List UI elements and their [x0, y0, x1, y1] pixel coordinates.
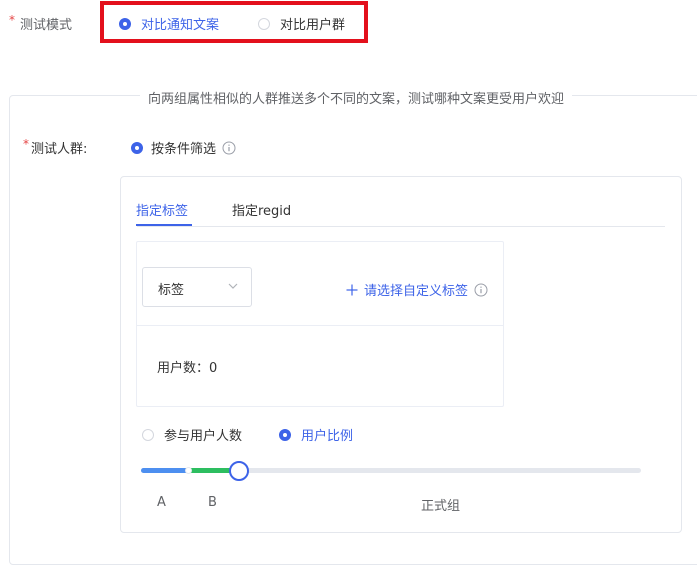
radio-compare-copy[interactable]: 对比通知文案	[119, 14, 219, 33]
radio-compare-copy-label: 对比通知文案	[141, 18, 220, 33]
tag-box-divider	[137, 325, 503, 326]
select-custom-tag-label: 请选择自定义标签	[364, 284, 469, 299]
plus-icon	[346, 284, 358, 295]
test-mode-label: 测试模式	[20, 18, 73, 33]
radio-participant-count-label: 参与用户人数	[164, 429, 243, 444]
radio-checked-icon	[131, 141, 143, 154]
tab-specify-regid[interactable]: 指定regid	[232, 200, 291, 219]
radio-unchecked-icon	[258, 17, 270, 30]
group-a-segment	[141, 468, 188, 473]
required-mark: *	[9, 13, 15, 27]
tag-select-value: 标签	[158, 283, 185, 298]
radio-checked-icon	[279, 428, 291, 441]
radio-filter-by-condition[interactable]: 按条件筛选	[131, 138, 236, 157]
radio-compare-audience[interactable]: 对比用户群	[258, 14, 345, 33]
radio-compare-audience-label: 对比用户群	[280, 18, 346, 33]
tag-select[interactable]: 标签	[142, 267, 252, 307]
radio-user-ratio-label: 用户比例	[301, 429, 354, 444]
radio-user-ratio[interactable]: 用户比例	[279, 425, 353, 444]
radio-checked-icon	[119, 17, 131, 30]
test-audience-label: 测试人群:	[31, 142, 88, 157]
chevron-down-icon	[228, 283, 238, 289]
slider-handle[interactable]	[229, 461, 249, 481]
panel-description: 向两组属性相似的人群推送多个不同的文案，测试哪种文案更受用户欢迎	[140, 88, 573, 107]
radio-unchecked-icon	[142, 428, 154, 441]
tab-specify-tags[interactable]: 指定标签	[136, 200, 188, 219]
user-count: 用户数：0	[157, 361, 218, 376]
group-a-label: A	[157, 495, 166, 510]
group-b-label: B	[208, 495, 217, 510]
required-mark: *	[23, 137, 29, 151]
formal-group-label: 正式组	[421, 499, 461, 514]
slider-split-point[interactable]	[185, 467, 192, 474]
info-icon[interactable]	[474, 283, 488, 297]
radio-participant-count[interactable]: 参与用户人数	[142, 425, 242, 444]
info-icon[interactable]	[222, 141, 236, 155]
select-custom-tag-link[interactable]: 请选择自定义标签	[346, 280, 488, 299]
tab-divider	[137, 226, 665, 227]
tab-active-indicator	[136, 224, 192, 226]
tag-condition-box	[136, 241, 504, 407]
radio-filter-by-condition-label: 按条件筛选	[151, 142, 217, 157]
